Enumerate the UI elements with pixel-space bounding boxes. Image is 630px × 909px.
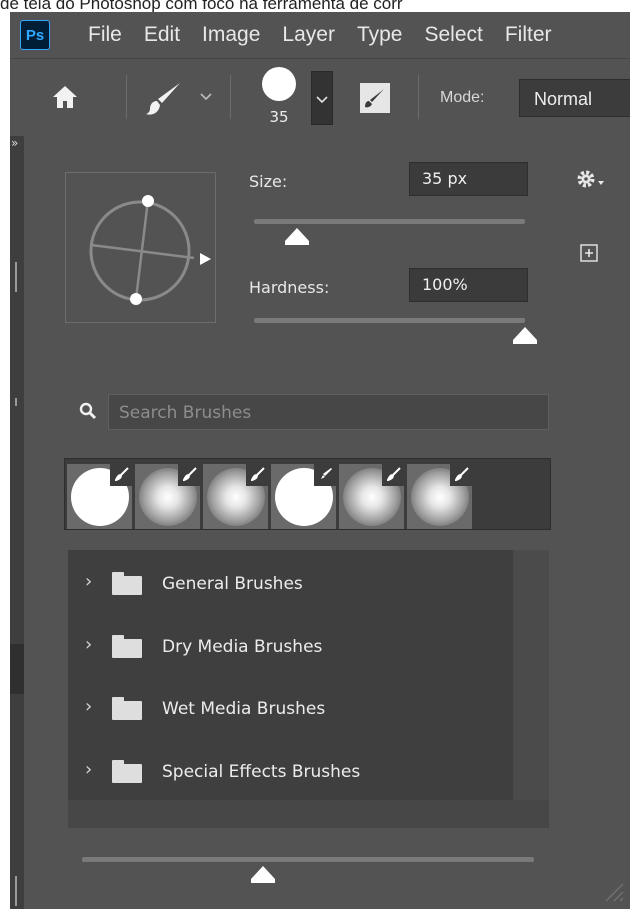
options-bar: 35 Mode: Normal	[10, 58, 630, 137]
chevron-right-icon[interactable]: ›	[85, 634, 92, 655]
photoshop-logo: Ps	[20, 20, 50, 50]
gear-icon[interactable]	[576, 169, 606, 191]
menu-image[interactable]: Image	[202, 23, 260, 47]
brush-stroke-icon	[183, 467, 197, 481]
chevron-right-icon[interactable]: ›	[85, 571, 92, 592]
brush-stroke-icon	[455, 467, 469, 481]
brush-angle-roundness-icon	[89, 195, 211, 305]
brush-preset-picker[interactable]: 35	[258, 67, 302, 129]
hardness-slider-track[interactable]	[254, 318, 525, 323]
separator	[418, 75, 419, 119]
mode-label: Mode:	[440, 89, 485, 106]
preview-size-slider-track[interactable]	[82, 857, 534, 862]
blend-mode-select[interactable]: Normal	[519, 79, 630, 117]
brush-tip-preset[interactable]	[135, 464, 200, 529]
menu-edit[interactable]: Edit	[144, 23, 180, 47]
brush-tip-preset[interactable]	[203, 464, 268, 529]
hardness-slider-thumb[interactable]	[513, 327, 537, 344]
new-preset-icon[interactable]	[580, 244, 598, 262]
brush-stroke-icon	[115, 467, 129, 481]
size-input[interactable]: 35 px	[409, 162, 528, 196]
brush-tip-preset[interactable]	[271, 464, 336, 529]
toolbar-tick	[15, 876, 17, 906]
brush-angle-preview[interactable]	[65, 172, 216, 323]
brush-tip-preset[interactable]	[67, 464, 132, 529]
brush-group-items: › General Brushes › Dry Media Brushes › …	[68, 550, 513, 800]
menu-layer[interactable]: Layer	[282, 23, 335, 47]
hardness-label: Hardness:	[249, 278, 330, 297]
hardness-input[interactable]: 100%	[409, 268, 528, 302]
brush-group-name: Wet Media Brushes	[162, 699, 326, 719]
menu-file[interactable]: File	[88, 23, 122, 47]
size-slider-track[interactable]	[254, 219, 525, 224]
search-icon	[79, 402, 97, 420]
toolbar-tick	[15, 398, 17, 406]
collapse-panel-icon[interactable]: »	[11, 136, 18, 150]
resize-grip-icon[interactable]	[598, 876, 624, 902]
menu-bar: Ps File Edit Image Layer Type Select Fil…	[10, 12, 630, 58]
toolbar-tick	[15, 262, 17, 292]
recent-brush-presets	[64, 458, 551, 530]
chevron-right-icon[interactable]: ›	[85, 696, 92, 717]
separator	[126, 75, 127, 119]
menu-type[interactable]: Type	[357, 23, 403, 47]
size-slider-thumb[interactable]	[285, 228, 310, 245]
eraser-stroke-icon	[321, 468, 332, 479]
separator	[230, 75, 231, 119]
folder-icon	[112, 760, 142, 783]
toolbar-tool-slot[interactable]	[10, 644, 24, 694]
chevron-down-icon[interactable]	[200, 93, 212, 101]
brush-group-row[interactable]: › Wet Media Brushes	[68, 678, 513, 738]
menu-filter[interactable]: Filter	[505, 23, 552, 47]
chevron-down-icon	[316, 96, 328, 104]
brush-group-name: General Brushes	[162, 574, 303, 594]
brush-group-list: › General Brushes › Dry Media Brushes › …	[68, 550, 549, 828]
list-scrollbar[interactable]	[513, 550, 549, 800]
brush-preset-panel: Size: 35 px Hardness: 100% Search Brushe…	[24, 136, 630, 909]
home-icon[interactable]	[52, 85, 78, 109]
menu-select[interactable]: Select	[424, 23, 482, 47]
brush-settings-icon	[365, 89, 384, 108]
brush-tip-preset[interactable]	[339, 464, 404, 529]
brush-group-row[interactable]: › Dry Media Brushes	[68, 616, 513, 676]
brush-stroke-icon	[387, 467, 401, 481]
brush-tip-preset[interactable]	[407, 464, 472, 529]
brush-group-name: Dry Media Brushes	[162, 637, 323, 657]
folder-icon	[112, 697, 142, 720]
brush-group-row[interactable]: › Special Effects Brushes	[68, 741, 513, 801]
brush-stroke-icon	[251, 467, 265, 481]
brush-tip-preview	[262, 67, 296, 101]
preview-size-slider-thumb[interactable]	[250, 866, 275, 883]
brush-preset-dropdown[interactable]	[311, 71, 333, 125]
folder-icon	[112, 572, 142, 595]
brush-group-row[interactable]: › General Brushes	[68, 553, 513, 613]
folder-icon	[112, 635, 142, 658]
search-brushes-input[interactable]: Search Brushes	[108, 394, 549, 430]
chevron-right-icon[interactable]: ›	[85, 759, 92, 780]
brush-tool-icon[interactable]	[144, 81, 184, 117]
toolbar-strip: »	[10, 136, 24, 909]
brush-size-readout: 35	[269, 108, 289, 126]
toggle-brush-settings-button[interactable]	[360, 83, 390, 113]
brush-group-name: Special Effects Brushes	[162, 762, 361, 782]
size-label: Size:	[249, 172, 288, 191]
